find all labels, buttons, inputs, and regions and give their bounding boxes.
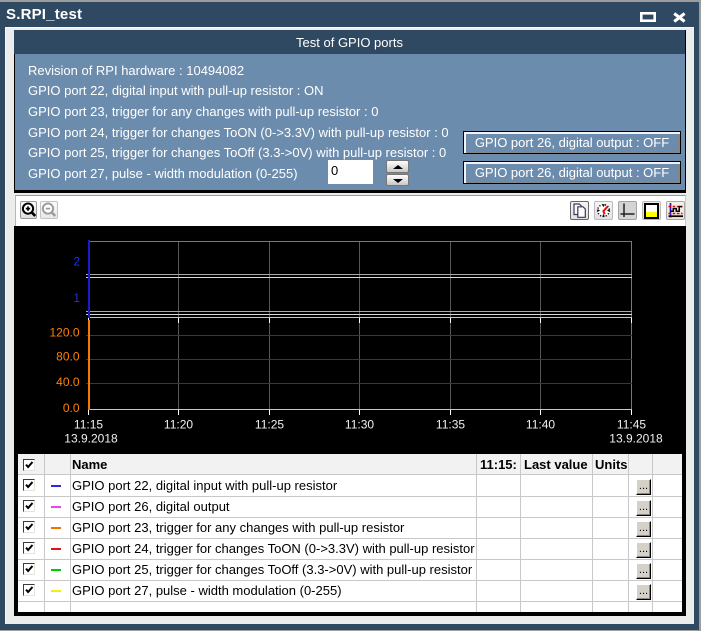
svg-text:11:30: 11:30 [345,417,374,431]
svg-text:11:40: 11:40 [526,417,555,431]
svg-text:11:15: 11:15 [74,417,103,431]
svg-text:11:45: 11:45 [617,417,646,431]
svg-text:0.0: 0.0 [63,401,80,415]
svg-text:2: 2 [73,254,80,268]
svg-text:40.0: 40.0 [56,375,80,389]
svg-text:11:35: 11:35 [436,417,465,431]
svg-text:11:25: 11:25 [255,417,284,431]
svg-text:11:20: 11:20 [164,417,193,431]
svg-text:13.9.2018: 13.9.2018 [609,431,663,445]
svg-text:1: 1 [73,291,80,305]
svg-text:120.0: 120.0 [49,326,79,340]
svg-text:13.9.2018: 13.9.2018 [64,431,118,445]
svg-text:80.0: 80.0 [56,350,80,364]
